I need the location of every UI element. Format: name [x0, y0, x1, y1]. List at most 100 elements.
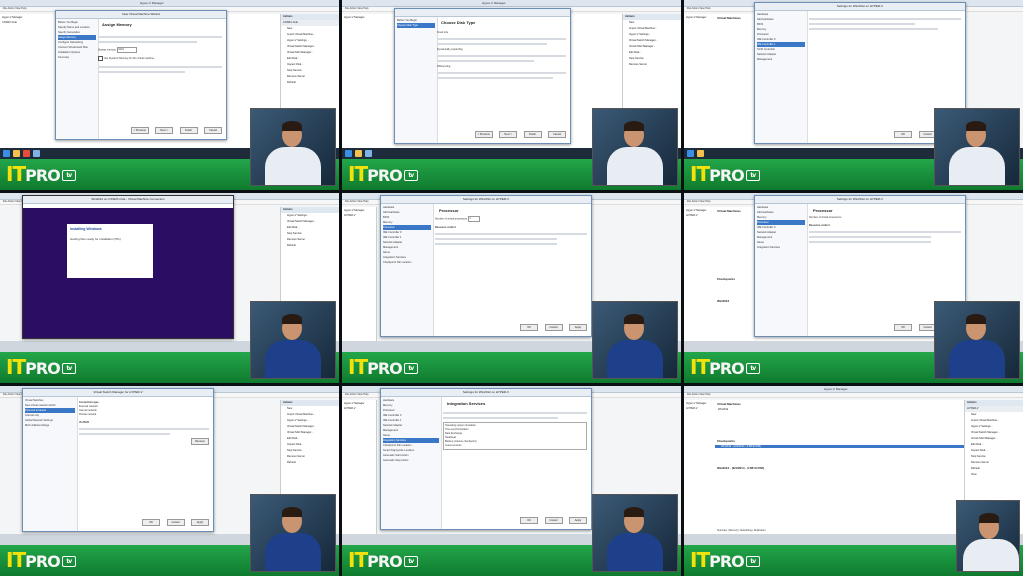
- navigation-tree[interactable]: Hyper-V Manager HYPER-V: [684, 207, 719, 341]
- itprotv-logo: ITPRO tv: [6, 162, 76, 186]
- settings-tree[interactable]: Hardware Add Hardware BIOS Memory Proces…: [755, 11, 808, 143]
- thumbnail-settings-ide[interactable]: Hyper-V Manager File Action View Help Hy…: [684, 0, 1023, 190]
- vm-screen[interactable]: Installing Windows Getting files ready f…: [23, 208, 233, 338]
- navigation-tree[interactable]: Hyper-V Manager: [684, 14, 719, 148]
- settings-item[interactable]: Management: [757, 57, 805, 62]
- switch-tree-item[interactable]: MAC Address Range: [25, 423, 75, 428]
- num-processors-input[interactable]: 1: [468, 216, 481, 222]
- private-network-option[interactable]: Private network: [79, 413, 209, 417]
- tree-host[interactable]: HYPER-V: [686, 213, 716, 218]
- tree-host[interactable]: HYPER-V: [344, 213, 374, 218]
- thumbnail-processor-settings[interactable]: Hyper-V Manager File Action View Help Hy…: [342, 193, 681, 383]
- presenter-video: [592, 301, 678, 379]
- wizard-nav[interactable]: Before You Begin Specify Name and Locati…: [56, 19, 99, 139]
- thumbnail-checkpoints[interactable]: Hyper-V Manager File Action View Help Hy…: [684, 386, 1023, 576]
- start-icon[interactable]: [687, 150, 694, 157]
- menu-bar[interactable]: File Action View Help: [684, 393, 1023, 398]
- settings-tree[interactable]: Hardware Memory Processor IDE Controller…: [381, 397, 442, 529]
- tab-replication[interactable]: Replication: [754, 529, 766, 532]
- settings-tree[interactable]: Hardware Add Hardware Memory Processor I…: [755, 204, 808, 336]
- cancel-button[interactable]: Cancel: [548, 131, 566, 138]
- ok-button[interactable]: OK: [894, 324, 913, 331]
- previous-button[interactable]: < Previous: [130, 127, 149, 134]
- navigation-tree[interactable]: Hyper-V Manager HYPER-V: [684, 400, 719, 534]
- navigation-tree[interactable]: Hyper-V Manager HYPER-V: [342, 207, 377, 341]
- hyperv-icon[interactable]: [33, 150, 40, 157]
- tree-root[interactable]: Hyper-V Manager: [686, 15, 716, 20]
- service-item[interactable]: Guest services: [445, 444, 585, 448]
- action-refresh[interactable]: Refresh: [281, 80, 339, 86]
- differencing-option[interactable]: Differencing: [437, 65, 566, 69]
- wizard-step[interactable]: Summary: [58, 55, 96, 60]
- thumbnail-virtual-switch-manager[interactable]: Hyper-V Manager File Action View Help Ac…: [0, 386, 339, 576]
- tree-root[interactable]: Hyper-V Manager: [344, 15, 374, 20]
- remove-button[interactable]: Remove: [191, 438, 209, 445]
- fixed-size-option[interactable]: Fixed size: [437, 31, 566, 35]
- thumbnail-integration-services[interactable]: Hyper-V Manager File Action View Help Hy…: [342, 386, 681, 576]
- ok-button[interactable]: OK: [520, 324, 539, 331]
- cancel-button[interactable]: Cancel: [166, 519, 185, 526]
- action-refresh[interactable]: Refresh: [281, 460, 339, 466]
- app-icon[interactable]: [23, 150, 30, 157]
- apply-button[interactable]: Apply: [569, 517, 587, 524]
- thumbnail-assign-memory[interactable]: Hyper-V Manager File Action View Help Hy…: [0, 0, 339, 190]
- switch-tree[interactable]: Virtual Switches New virtual network swi…: [23, 397, 78, 531]
- tab-summary[interactable]: Summary: [717, 529, 727, 532]
- explorer-icon[interactable]: [697, 150, 704, 157]
- tree-host[interactable]: CSSRX-CLE: [2, 20, 32, 25]
- ok-button[interactable]: OK: [520, 517, 539, 524]
- action-view[interactable]: View: [965, 472, 1023, 478]
- finish-button[interactable]: Finish: [179, 127, 198, 134]
- settings-body: Number of virtual processors: Resource c…: [809, 216, 961, 246]
- finish-button[interactable]: Finish: [523, 131, 542, 138]
- action-remove-server[interactable]: Remove Server: [623, 62, 681, 68]
- checkpoint-row[interactable]: Win2012 - (6/4/2014 - 3:58:34 PM): [715, 445, 964, 448]
- vm-list-row[interactable]: Win2012: [715, 408, 964, 411]
- thumbnail-vm-connection[interactable]: Hyper-V Manager File Action View Help Ac…: [0, 193, 339, 383]
- action-refresh[interactable]: Refresh: [281, 243, 339, 249]
- wizard-step-selected[interactable]: Choose Disk Type: [397, 23, 435, 28]
- ok-button[interactable]: OK: [894, 131, 913, 138]
- apply-button[interactable]: Apply: [191, 519, 209, 526]
- startup-memory-input[interactable]: 1024: [117, 47, 138, 53]
- settings-tree[interactable]: Hardware Add Hardware BIOS Memory Proces…: [381, 204, 434, 336]
- dynamic-memory-checkbox[interactable]: [98, 56, 103, 61]
- wizard-nav[interactable]: Before You Begin Choose Disk Type: [395, 17, 438, 143]
- next-button[interactable]: Next >: [155, 127, 174, 134]
- details-tabs[interactable]: Summary | Memory | Networking | Replicat…: [717, 529, 766, 532]
- presenter-video: [956, 500, 1020, 572]
- ok-button[interactable]: OK: [142, 519, 161, 526]
- resource-control-label: Resource control: [435, 226, 456, 229]
- explorer-icon[interactable]: [355, 150, 362, 157]
- itprotv-logo: ITPRO tv: [690, 162, 760, 186]
- dynamic-option[interactable]: Dynamically expanding: [437, 48, 566, 52]
- thumbnail-processor-settings-2[interactable]: Hyper-V Manager File Action View Help Hy…: [684, 193, 1023, 383]
- explorer-icon[interactable]: [13, 150, 20, 157]
- new-disk-wizard-dialog: Before You Begin Choose Disk Type Choose…: [394, 8, 571, 144]
- thumbnail-choose-disk-type[interactable]: Hyper-V Manager File Action View Help Hy…: [342, 0, 681, 190]
- hyperv-icon[interactable]: [365, 150, 372, 157]
- tab-networking[interactable]: Networking: [740, 529, 752, 532]
- cancel-button[interactable]: Cancel: [204, 127, 222, 134]
- tab-memory[interactable]: Memory: [729, 529, 738, 532]
- presenter-video: [592, 108, 678, 186]
- tree-host[interactable]: HYPER-V: [344, 406, 374, 411]
- itprotv-logo: ITPRO tv: [6, 355, 76, 379]
- window-title: Hyper-V Manager: [824, 387, 848, 391]
- settings-item[interactable]: Integration Services: [757, 245, 805, 250]
- start-icon[interactable]: [345, 150, 352, 157]
- navigation-tree[interactable]: Hyper-V Manager: [342, 14, 377, 148]
- next-button[interactable]: Next >: [499, 131, 518, 138]
- navigation-tree[interactable]: Hyper-V Manager HYPER-V: [342, 400, 377, 534]
- tree-host[interactable]: HYPER-V: [686, 406, 716, 411]
- cancel-button[interactable]: Cancel: [544, 517, 563, 524]
- settings-item[interactable]: Checkpoint File Location: [383, 260, 431, 265]
- settings-item[interactable]: Automatic Stop Action: [383, 458, 439, 463]
- cancel-button[interactable]: Cancel: [544, 324, 563, 331]
- previous-button[interactable]: < Previous: [474, 131, 493, 138]
- apply-button[interactable]: Apply: [569, 324, 587, 331]
- presenter-video: [934, 108, 1020, 186]
- page-title: Processor: [439, 208, 459, 213]
- start-icon[interactable]: [3, 150, 10, 157]
- navigation-tree[interactable]: Hyper-V Manager CSSRX-CLE: [0, 14, 35, 148]
